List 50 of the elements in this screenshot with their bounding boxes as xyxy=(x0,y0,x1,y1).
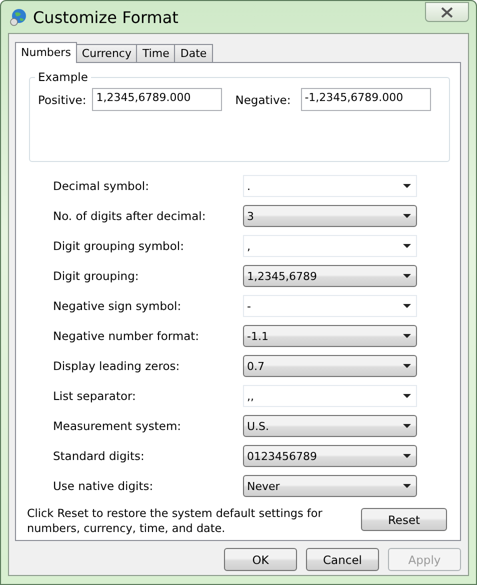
reset-button[interactable]: Reset xyxy=(361,508,447,531)
caret-icon xyxy=(403,214,411,218)
setting-label: Decimal symbol: xyxy=(53,179,150,193)
setting-label: Negative sign symbol: xyxy=(53,299,182,313)
dialog-button[interactable]: OK xyxy=(224,548,297,571)
dropdown[interactable]: ,, xyxy=(243,385,417,407)
setting-label: No. of digits after decimal: xyxy=(53,209,207,223)
caret-icon xyxy=(403,364,411,368)
window-title: Customize Format xyxy=(33,8,180,26)
setting-label: Digit grouping: xyxy=(53,269,140,283)
dropdown[interactable]: 1,2345,6789 xyxy=(243,265,417,287)
caret-icon xyxy=(403,454,411,458)
reset-note: Click Reset to restore the system default settings for numbers, currency, time, and date. xyxy=(27,506,324,536)
tab[interactable]: Numbers xyxy=(15,42,77,63)
negative-example-field: -1,2345,6789.000 xyxy=(300,88,431,111)
negative-label: Negative: xyxy=(235,92,291,106)
dropdown[interactable]: Never xyxy=(243,475,417,497)
tab[interactable]: Currency xyxy=(76,44,138,62)
setting-label: Digit grouping symbol: xyxy=(53,239,185,253)
dropdown[interactable]: U.S. xyxy=(243,415,417,437)
caret-icon xyxy=(403,394,411,398)
setting-label: Measurement system: xyxy=(53,419,182,433)
caret-icon xyxy=(403,304,411,308)
globe-icon xyxy=(9,8,27,26)
tab[interactable]: Date xyxy=(174,44,213,62)
dropdown[interactable]: . xyxy=(243,175,417,197)
caret-icon xyxy=(403,274,411,278)
setting-label: Standard digits: xyxy=(53,449,146,463)
caret-icon xyxy=(403,184,411,188)
setting-label: Display leading zeros: xyxy=(53,359,181,373)
close-icon xyxy=(441,6,453,18)
positive-label: Positive: xyxy=(38,92,86,106)
setting-label: Use native digits: xyxy=(53,479,154,493)
dropdown[interactable]: , xyxy=(243,235,417,257)
caret-icon xyxy=(403,244,411,248)
tab[interactable]: Time xyxy=(136,44,176,62)
group-legend: Example xyxy=(35,70,91,84)
caret-icon xyxy=(403,424,411,428)
positive-example-field: 1,2345,6789.000 xyxy=(92,88,222,111)
caret-icon xyxy=(403,334,411,338)
caret-icon xyxy=(403,484,411,488)
dropdown[interactable]: - xyxy=(243,295,417,317)
dropdown[interactable]: -1.1 xyxy=(243,325,417,347)
dropdown[interactable]: 0.7 xyxy=(243,355,417,377)
setting-label: List separator: xyxy=(53,389,137,403)
setting-label: Negative number format: xyxy=(53,329,200,343)
dropdown[interactable]: 0123456789 xyxy=(243,445,417,467)
dropdown[interactable]: 3 xyxy=(243,205,417,227)
dialog-button[interactable]: Cancel xyxy=(306,548,379,571)
close-button[interactable] xyxy=(425,2,469,22)
